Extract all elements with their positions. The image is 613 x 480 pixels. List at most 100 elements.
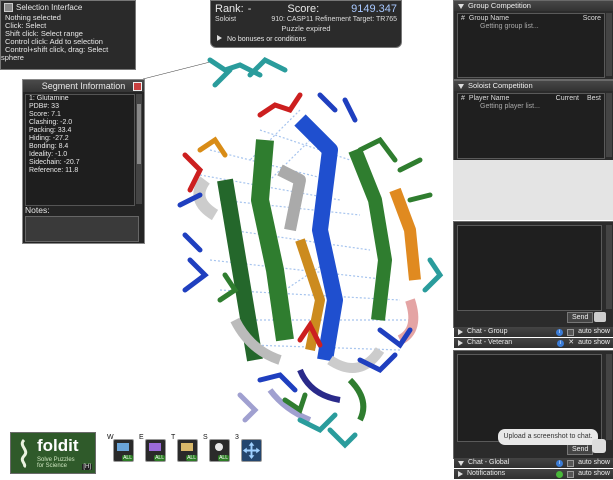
arrows-cross-icon	[242, 441, 261, 460]
hotkey-label: 3	[235, 434, 239, 441]
collapse-arrow-icon	[458, 460, 464, 466]
hotkey-label: T	[171, 434, 176, 441]
group-competition-title: Group Competition	[468, 1, 531, 10]
auto-show-label: auto show	[578, 459, 610, 466]
auto-show-toggle[interactable]	[567, 328, 575, 336]
bonuses-label: No bonuses or conditions	[226, 36, 306, 43]
segment-line: 1: Glutamine	[29, 95, 69, 102]
ribbon-icon	[20, 438, 28, 468]
hotkey-label: E	[139, 434, 144, 441]
player-list: # Player Name Current Best Getting playe…	[457, 93, 605, 159]
soloist-competition-title: Soloist Competition	[468, 81, 533, 90]
auto-show-label: auto show	[578, 328, 610, 335]
close-icon[interactable]	[133, 82, 142, 91]
logo-name: foldit	[37, 436, 79, 455]
puzzle-name: 910: CASP11 Refinement Target: TR765	[271, 16, 397, 23]
chat-scrollbar[interactable]	[606, 354, 612, 440]
all-badge: ALL	[186, 455, 197, 461]
scrollbar-thumb[interactable]	[137, 104, 141, 164]
shake-icon: ALL	[145, 439, 166, 462]
bonuses-toggle[interactable]: No bonuses or conditions	[211, 35, 401, 43]
info-icon[interactable]: i	[556, 459, 564, 467]
sidechain-all-button[interactable]: S ALL	[203, 434, 230, 462]
expand-arrow-icon	[458, 329, 463, 335]
selection-line: sphere	[1, 53, 24, 62]
expand-arrow-icon	[217, 35, 222, 41]
chat-scrollbar[interactable]	[606, 225, 612, 309]
mode-label: Soloist	[215, 16, 237, 23]
segment-details: 1: Glutamine PDB#: 33 Score: 7.1 Clashin…	[25, 94, 135, 206]
player-loading: Getting player list...	[480, 103, 540, 110]
segment-scrollbar[interactable]	[136, 94, 142, 204]
send-button[interactable]: Send	[567, 312, 594, 323]
score-panel: Rank: - Score: 9149.347 Soloist 910: CAS…	[210, 0, 402, 48]
segment-line: Score: 7.1	[29, 111, 61, 118]
soloist-competition-header[interactable]: Soloist Competition	[454, 81, 613, 91]
wiggle-icon: ALL	[113, 439, 134, 462]
chat-panel-upper: Send	[453, 221, 613, 328]
chat-veteran-label: Chat - Veteran	[467, 339, 513, 346]
auto-show-toggle[interactable]	[567, 459, 575, 467]
move-button[interactable]: 3	[235, 434, 262, 462]
sidechain-icon: ALL	[209, 439, 230, 462]
chat-global-label: Chat - Global	[468, 459, 510, 466]
selection-title: Selection Interface	[16, 3, 83, 12]
group-scrollbar[interactable]	[606, 13, 612, 76]
puzzle-status: Puzzle expired	[281, 24, 331, 33]
player-scrollbar[interactable]	[606, 93, 612, 157]
score-value: 9149.347	[351, 3, 397, 15]
score-label: Score:	[287, 3, 320, 15]
status-dot-icon	[556, 470, 564, 478]
all-badge: ALL	[154, 455, 165, 461]
collapse-arrow-icon	[458, 3, 464, 9]
player-col-current: Current	[555, 95, 579, 102]
auto-show-label: auto show	[578, 470, 610, 477]
segment-line: Packing: 33.4	[29, 127, 72, 134]
camera-icon[interactable]	[592, 439, 606, 453]
group-loading: Getting group list...	[480, 23, 539, 30]
foldit-logo[interactable]: foldit Solve Puzzles for Science [H]	[10, 432, 96, 474]
group-competition-header[interactable]: Group Competition	[454, 1, 613, 11]
segment-line: Bonding: 8.4	[29, 143, 69, 150]
segment-line: Ideality: -1.0	[29, 151, 68, 158]
help-key: [H]	[82, 464, 92, 470]
all-badge: ALL	[218, 455, 229, 461]
info-icon[interactable]: i	[556, 328, 564, 336]
rank-value: -	[247, 3, 252, 15]
tweak-icon: ALL	[177, 439, 198, 462]
info-icon[interactable]: i	[557, 339, 565, 347]
wiggle-all-button[interactable]: W ALL	[107, 434, 134, 462]
chat-veteran-tab[interactable]: Chat - Veteran i ✕ auto show	[454, 338, 613, 348]
move-icon	[241, 439, 262, 462]
logo-tagline-2: for Science	[37, 463, 68, 469]
send-button[interactable]: Send	[567, 444, 594, 455]
expand-arrow-icon	[458, 340, 463, 346]
auto-show-toggle[interactable]	[567, 470, 575, 478]
close-x-icon[interactable]: ✕	[568, 338, 574, 348]
player-col-best: Best	[586, 95, 601, 102]
selection-interface-panel: Selection Interface Nothing selected Cli…	[0, 0, 136, 70]
shake-all-button[interactable]: E ALL	[139, 434, 166, 462]
upload-tooltip: Upload a screenshot to chat.	[498, 429, 598, 445]
segment-line: Clashing: -2.0	[29, 119, 73, 126]
segment-line: Reference: 11.8	[29, 167, 79, 174]
tweak-all-button[interactable]: T ALL	[171, 434, 198, 462]
notes-input[interactable]	[25, 216, 139, 242]
camera-icon[interactable]	[594, 312, 606, 322]
soloist-competition-panel: Soloist Competition # Player Name Curren…	[453, 80, 613, 161]
chat-group-tab[interactable]: Chat - Group i auto show	[454, 327, 613, 337]
rank-label: Rank:	[215, 3, 244, 15]
all-badge: ALL	[122, 455, 133, 461]
segment-line: Hiding: -27.2	[29, 135, 69, 142]
group-col-score: Score	[582, 15, 601, 22]
group-col-rank: #	[461, 15, 465, 22]
group-list: # Group Name Score Getting group list...	[457, 13, 605, 78]
group-col-name: Group Name	[468, 15, 509, 22]
segment-line: Sidechain: -20.7	[29, 159, 80, 166]
right-gray-area	[453, 160, 613, 220]
segment-info-panel: Segment Information 1: Glutamine PDB#: 3…	[22, 79, 145, 244]
notifications-tab[interactable]: Notifications auto show	[454, 469, 613, 479]
chat-global-tab[interactable]: Chat - Global i auto show	[454, 458, 613, 468]
collapse-arrow-icon	[458, 83, 464, 89]
expand-arrow-icon	[458, 471, 463, 477]
